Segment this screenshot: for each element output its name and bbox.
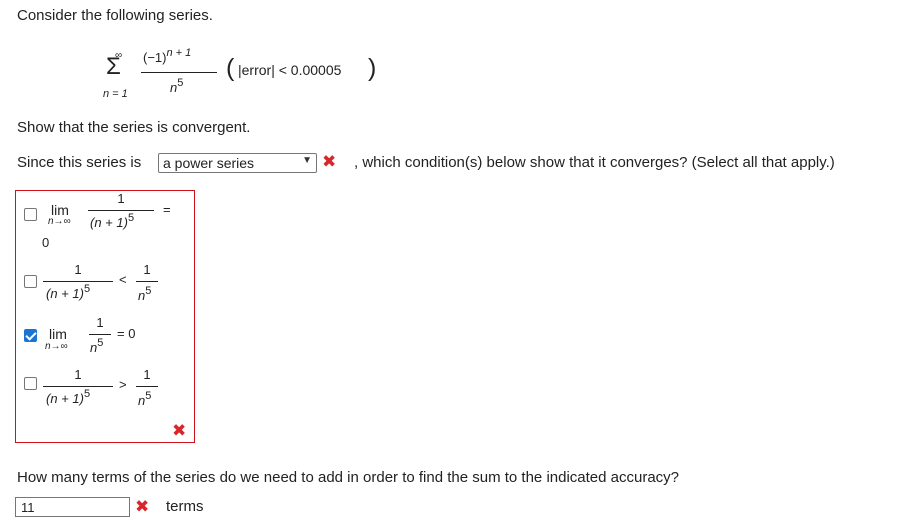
option-4-left-fraction-bar bbox=[43, 386, 113, 387]
part2-incorrect-icon: ✖ bbox=[135, 497, 150, 516]
option-2-checkbox[interactable] bbox=[24, 275, 37, 288]
terms-unit-label: terms bbox=[166, 498, 204, 515]
option-4-right-numerator: 1 bbox=[143, 367, 151, 382]
option-1-checkbox[interactable] bbox=[24, 208, 37, 221]
part1-prompt: Show that the series is convergent. bbox=[17, 119, 251, 136]
option-3-lim: lim bbox=[49, 326, 67, 342]
option-2-right-numerator: 1 bbox=[143, 262, 151, 277]
option-2-right-fraction-bar bbox=[136, 281, 158, 282]
since-prefix: Since this series is bbox=[17, 154, 142, 171]
incorrect-icon: ✖ bbox=[322, 152, 337, 171]
question-intro: Consider the following series. bbox=[17, 7, 213, 24]
option-3-denominator: n5 bbox=[90, 337, 104, 355]
option-3-fraction-bar bbox=[89, 334, 111, 335]
option-4-relation: > bbox=[119, 377, 127, 392]
option-1-lim-sub: n→∞ bbox=[48, 216, 71, 227]
error-tolerance: |error| < 0.00005 bbox=[238, 62, 342, 78]
sigma-lower-limit: n = 1 bbox=[103, 88, 128, 100]
option-1-numerator: 1 bbox=[117, 191, 125, 206]
series-fraction-bar bbox=[141, 72, 217, 73]
terms-answer-input[interactable] bbox=[15, 497, 130, 517]
series-type-select[interactable]: a power series ▼ bbox=[158, 153, 317, 173]
option-2-right-denominator: n5 bbox=[138, 285, 152, 303]
options-incorrect-icon: ✖ bbox=[172, 421, 187, 440]
option-3-checkbox[interactable] bbox=[24, 329, 37, 342]
sigma-symbol: Σ bbox=[106, 53, 121, 80]
part2-prompt: How many terms of the series do we need … bbox=[17, 469, 680, 486]
chevron-down-icon: ▼ bbox=[302, 155, 312, 166]
option-1-denominator: (n + 1)5 bbox=[90, 212, 135, 230]
option-4-right-fraction-bar bbox=[136, 386, 158, 387]
option-3-lim-sub: n→∞ bbox=[45, 341, 68, 352]
option-1-rhs: 0 bbox=[42, 235, 50, 250]
option-1-fraction-bar bbox=[88, 210, 154, 211]
option-1-relation: = bbox=[163, 202, 171, 217]
since-suffix: , which condition(s) below show that it … bbox=[354, 154, 835, 171]
series-denominator: n5 bbox=[170, 77, 184, 95]
option-4-left-numerator: 1 bbox=[74, 367, 82, 382]
option-3-numerator: 1 bbox=[96, 315, 104, 330]
option-3-relation: = 0 bbox=[117, 326, 136, 341]
error-paren-open: ( bbox=[226, 54, 235, 82]
option-4-right-denominator: n5 bbox=[138, 390, 152, 408]
terms-answer-field[interactable] bbox=[16, 498, 129, 516]
series-numerator: (−1)n + 1 bbox=[143, 47, 192, 65]
option-2-left-fraction-bar bbox=[43, 281, 113, 282]
option-4-checkbox[interactable] bbox=[24, 377, 37, 390]
option-2-left-numerator: 1 bbox=[74, 262, 82, 277]
option-2-relation: < bbox=[119, 272, 127, 287]
error-paren-close: ) bbox=[368, 54, 377, 82]
series-type-selected-value: a power series bbox=[163, 155, 255, 171]
option-4-left-denominator: (n + 1)5 bbox=[46, 388, 91, 406]
option-2-left-denominator: (n + 1)5 bbox=[46, 283, 91, 301]
